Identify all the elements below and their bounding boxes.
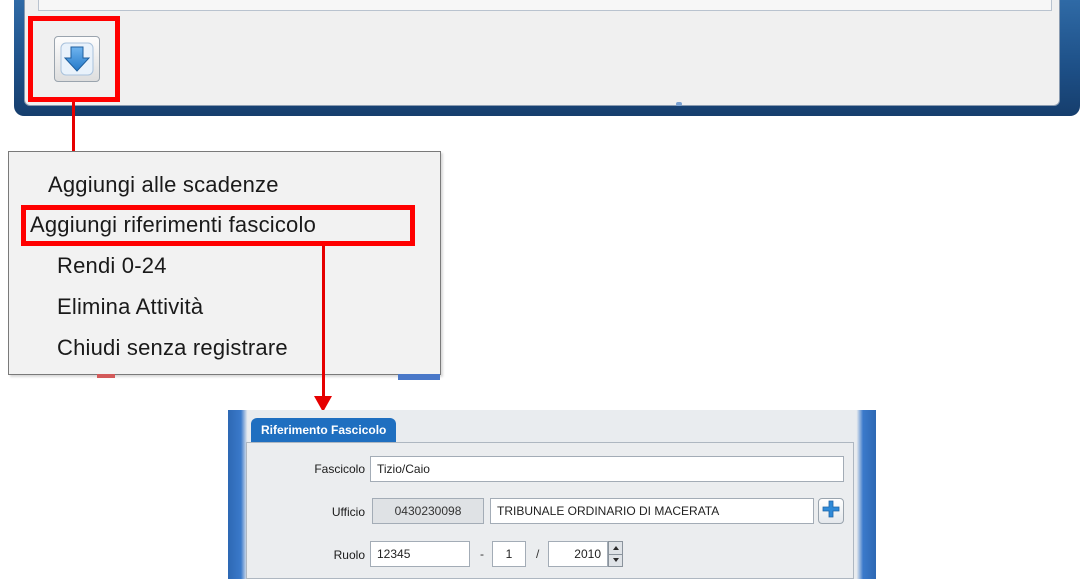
- fascicolo-label: Fascicolo: [314, 462, 365, 476]
- arrow-2-line: [322, 246, 325, 398]
- window-resize-grip: [676, 102, 682, 106]
- window-content-edge: [38, 0, 1052, 11]
- ufficio-name-input[interactable]: TRIBUNALE ORDINARIO DI MACERATA: [490, 498, 814, 524]
- fascicolo-input[interactable]: Tizio/Caio: [370, 456, 844, 482]
- menu-item-elimina-attivita[interactable]: Elimina Attività: [57, 294, 203, 320]
- highlight-box-menu-button: [28, 16, 120, 102]
- ruolo-separator-dash: -: [480, 547, 484, 561]
- year-spinner[interactable]: [608, 541, 623, 567]
- ufficio-code-field: 0430230098: [372, 498, 484, 524]
- window-body: [24, 0, 1060, 106]
- ruolo-part-input[interactable]: 1: [492, 541, 526, 567]
- ruolo-year-input[interactable]: 2010: [548, 541, 608, 567]
- add-ufficio-button[interactable]: [818, 498, 844, 524]
- plus-icon: [822, 500, 840, 523]
- menu-item-rendi-0-24[interactable]: Rendi 0-24: [57, 253, 167, 279]
- menu-item-aggiungi-scadenze[interactable]: Aggiungi alle scadenze: [48, 172, 279, 198]
- ufficio-label: Ufficio: [331, 505, 365, 519]
- menu-item-chiudi-senza-registrare[interactable]: Chiudi senza registrare: [57, 335, 288, 361]
- ruolo-number-input[interactable]: 12345: [370, 541, 470, 567]
- underlying-window-edge-red: [97, 374, 115, 378]
- highlight-box-menu-item: [21, 205, 415, 246]
- chevron-up-icon: [612, 546, 619, 550]
- spinner-down-button[interactable]: [609, 554, 622, 566]
- chevron-down-icon: [612, 558, 619, 562]
- underlying-window-edge-blue: [398, 374, 440, 380]
- ruolo-separator-slash: /: [536, 547, 540, 561]
- tab-riferimento-fascicolo[interactable]: Riferimento Fascicolo: [251, 418, 397, 442]
- ruolo-label: Ruolo: [333, 548, 365, 562]
